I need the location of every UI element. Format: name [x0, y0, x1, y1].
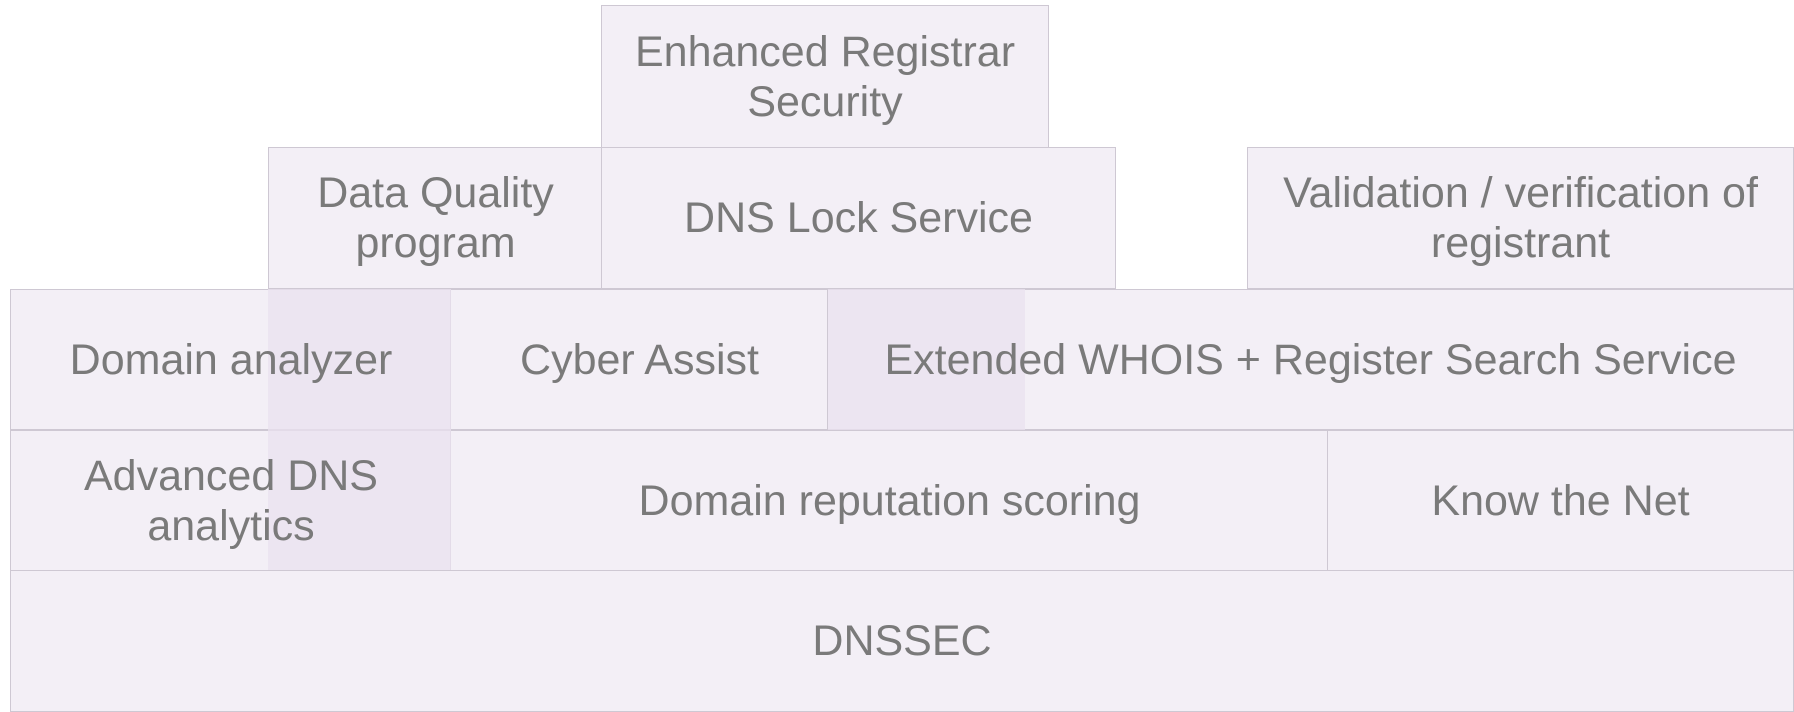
block-domain-reputation-scoring-label: Domain reputation scoring — [638, 476, 1141, 525]
block-cyber-assist-label: Cyber Assist — [520, 335, 759, 384]
block-advanced-dns-analytics-label: Advanced DNS analytics — [84, 451, 378, 550]
block-validation-verification: Validation / verification of registrant — [1247, 147, 1794, 289]
block-enhanced-registrar-security-label: Enhanced Registrar Security — [634, 27, 1016, 126]
block-advanced-dns-analytics: Advanced DNS analytics — [10, 430, 452, 571]
block-domain-analyzer: Domain analyzer — [10, 289, 452, 430]
layered-services-diagram: DNSSEC Advanced DNS analytics Domain rep… — [0, 0, 1794, 712]
block-data-quality-program: Data Quality program — [268, 147, 603, 289]
block-data-quality-program-label: Data Quality program — [317, 169, 554, 267]
block-dnssec-label: DNSSEC — [812, 617, 992, 665]
block-know-the-net-label: Know the Net — [1431, 476, 1690, 525]
block-extended-whois: Extended WHOIS + Register Search Service — [827, 289, 1794, 430]
block-domain-analyzer-label: Domain analyzer — [69, 335, 393, 384]
block-know-the-net: Know the Net — [1327, 430, 1794, 571]
block-cyber-assist: Cyber Assist — [450, 289, 829, 430]
block-dnssec: DNSSEC — [10, 570, 1794, 712]
block-dns-lock-service-label: DNS Lock Service — [684, 194, 1033, 242]
block-enhanced-registrar-security: Enhanced Registrar Security — [601, 5, 1049, 148]
block-dns-lock-service: DNS Lock Service — [601, 147, 1116, 289]
block-domain-reputation-scoring: Domain reputation scoring — [450, 430, 1329, 571]
block-validation-verification-label: Validation / verification of registrant — [1283, 169, 1758, 267]
block-extended-whois-label: Extended WHOIS + Register Search Service — [884, 335, 1737, 384]
